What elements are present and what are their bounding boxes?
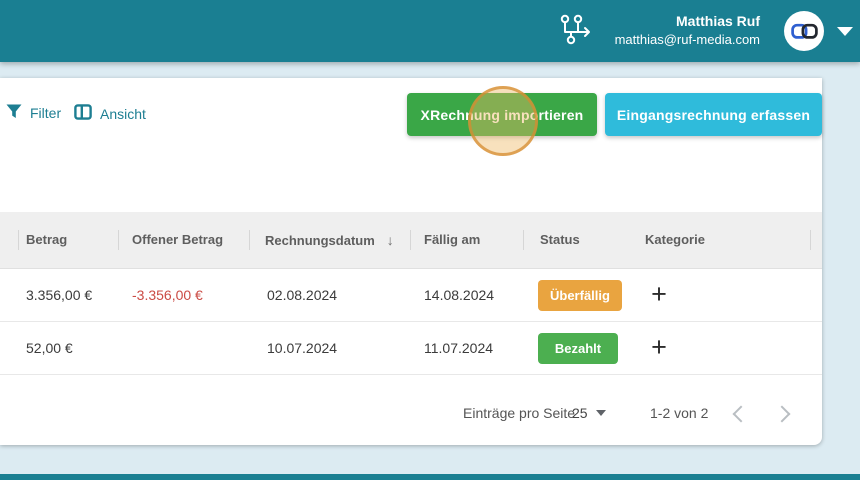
column-header-offener-betrag[interactable]: Offener Betrag bbox=[132, 232, 223, 247]
table-row[interactable]: 3.356,00 € -3.356,00 € 02.08.2024 14.08.… bbox=[0, 269, 822, 322]
columns-icon bbox=[74, 104, 92, 123]
column-header-betrag[interactable]: Betrag bbox=[26, 232, 67, 247]
cell-faellig-am: 14.08.2024 bbox=[424, 287, 495, 303]
app-header-bar: Matthias Ruf matthias@ruf-media.com bbox=[0, 0, 860, 62]
filter-button[interactable]: Filter bbox=[6, 104, 61, 122]
column-divider bbox=[118, 230, 119, 250]
column-header-kategorie[interactable]: Kategorie bbox=[645, 232, 705, 247]
view-button[interactable]: Ansicht bbox=[74, 104, 146, 123]
cell-rechnungsdatum: 10.07.2024 bbox=[267, 340, 338, 356]
table-row[interactable]: 52,00 € 10.07.2024 11.07.2024 Bezahlt + bbox=[0, 322, 822, 375]
invoice-list-page: Matthias Ruf matthias@ruf-media.com Filt… bbox=[0, 0, 860, 480]
column-header-label: Rechnungsdatum bbox=[265, 233, 375, 248]
column-divider bbox=[249, 230, 250, 250]
items-per-page-label: Einträge pro Seite bbox=[463, 405, 576, 421]
status-badge-overdue: Überfällig bbox=[538, 280, 622, 311]
chevron-down-icon bbox=[595, 410, 606, 416]
chain-link-logo-icon bbox=[790, 23, 818, 39]
cell-offener-betrag: -3.356,00 € bbox=[132, 287, 203, 303]
items-per-page-value: 25 bbox=[572, 405, 588, 421]
cell-rechnungsdatum: 02.08.2024 bbox=[267, 287, 338, 303]
cell-betrag: 52,00 € bbox=[26, 340, 73, 356]
add-category-button[interactable]: + bbox=[644, 269, 674, 321]
workflow-icon[interactable] bbox=[558, 13, 594, 52]
column-divider bbox=[410, 230, 411, 250]
sort-descending-icon: ↓ bbox=[386, 232, 394, 248]
column-divider bbox=[18, 230, 19, 250]
cell-faellig-am: 11.07.2024 bbox=[424, 340, 494, 356]
chevron-down-icon[interactable] bbox=[837, 27, 853, 36]
user-info: Matthias Ruf matthias@ruf-media.com bbox=[615, 12, 760, 49]
cell-betrag: 3.356,00 € bbox=[26, 287, 93, 303]
funnel-icon bbox=[6, 104, 22, 122]
status-badge-paid: Bezahlt bbox=[538, 333, 618, 364]
table-header-row: Betrag Offener Betrag Rechnungsdatum ↓ Fä… bbox=[0, 212, 822, 269]
filter-label: Filter bbox=[30, 105, 62, 121]
page-range-label: 1-2 von 2 bbox=[650, 405, 709, 421]
column-divider bbox=[523, 230, 524, 250]
avatar[interactable] bbox=[784, 11, 824, 51]
create-invoice-button[interactable]: Eingangsrechnung erfassen bbox=[605, 93, 822, 136]
bottom-bar bbox=[0, 474, 860, 480]
user-email: matthias@ruf-media.com bbox=[614, 32, 760, 47]
column-header-rechnungsdatum[interactable]: Rechnungsdatum ↓ bbox=[265, 232, 394, 248]
add-category-button[interactable]: + bbox=[644, 322, 674, 374]
column-header-status[interactable]: Status bbox=[540, 232, 580, 247]
column-divider bbox=[810, 230, 811, 250]
view-label: Ansicht bbox=[100, 105, 146, 122]
column-header-faellig-am[interactable]: Fällig am bbox=[424, 232, 480, 247]
items-per-page-select[interactable]: 25 bbox=[572, 399, 620, 427]
import-xrechnung-button[interactable]: XRechnung importieren bbox=[407, 93, 597, 136]
user-name: Matthias Ruf bbox=[676, 13, 760, 29]
